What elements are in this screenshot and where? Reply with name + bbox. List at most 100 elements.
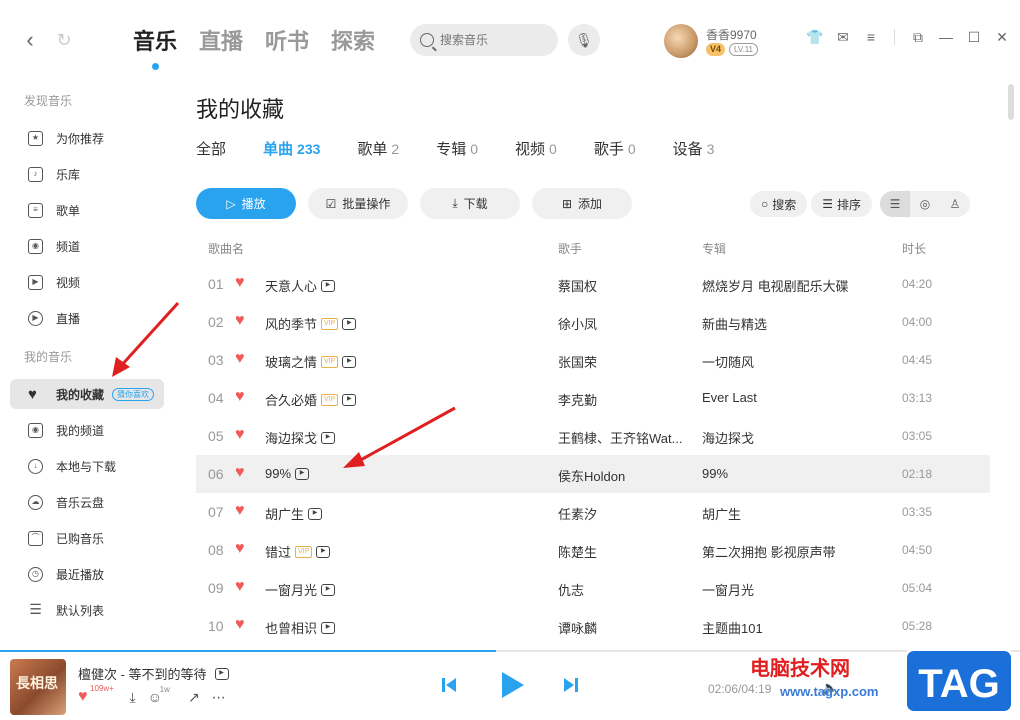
song-title-cell[interactable]: 玻璃之情 VIP ▶ (265, 352, 357, 371)
search-list-button[interactable]: ○ 搜索 (750, 191, 808, 217)
song-title-cell[interactable]: 天意人心 ▶ (265, 276, 336, 295)
sidebar-item-videos[interactable]: ▶ 视频 (10, 267, 164, 297)
sidebar-item-default-list[interactable]: ☰ 默认列表 (10, 595, 164, 625)
refresh-icon[interactable]: ↻ (54, 30, 74, 50)
song-title-cell[interactable]: 风的季节 VIP ▶ (265, 314, 357, 333)
mv-icon[interactable]: ▶ (214, 667, 229, 680)
play-all-button[interactable]: ▷ 播放 (196, 188, 296, 219)
table-row[interactable]: 08 ♥ 错过 VIP ▶ 陈楚生 第二次拥抱 影视原声带 04:50 (196, 531, 990, 569)
album-name[interactable]: 第二次拥抱 影视原声带 (702, 542, 836, 561)
mv-icon[interactable]: ▶ (321, 621, 336, 634)
download-button[interactable]: ⤓ 下载 (420, 188, 520, 219)
table-row[interactable]: 03 ♥ 玻璃之情 VIP ▶ 张国荣 一切随风 04:45 (196, 341, 990, 379)
sidebar-item-cloud-drive[interactable]: ☁ 音乐云盘 (10, 487, 164, 517)
username[interactable]: 香香9970 (706, 26, 757, 43)
mv-icon[interactable]: ▶ (316, 545, 331, 558)
album-name[interactable]: 燃烧岁月 电视剧配乐大碟 (702, 276, 849, 295)
tab-music[interactable]: 音乐 (133, 24, 177, 70)
level-badge[interactable]: LV.11 (729, 43, 758, 56)
disc-view-icon[interactable]: ◎ (910, 191, 940, 217)
sidebar-item-favorites[interactable]: ♥ 我的收藏 猜你喜欢 (10, 379, 164, 409)
menu-icon[interactable]: ≡ (862, 28, 880, 46)
sidebar-item-playlists[interactable]: ≡ 歌单 (10, 195, 164, 225)
mv-icon[interactable]: ▶ (321, 279, 336, 292)
sidebar-item-channels[interactable]: ◉ 频道 (10, 231, 164, 261)
avatar[interactable] (664, 24, 698, 58)
tab-all[interactable]: 全部 (196, 138, 226, 159)
search-input[interactable] (440, 33, 540, 47)
album-name[interactable]: 胡广生 (702, 504, 741, 523)
heart-icon[interactable]: ♥ (235, 426, 245, 444)
sidebar-item-recent[interactable]: ◷ 最近播放 (10, 559, 164, 589)
table-row[interactable]: 10 ♥ 也曾相识 ▶ 谭咏麟 主题曲101 05:28 (196, 607, 990, 645)
album-name[interactable]: 海边探戈 (702, 428, 754, 447)
tab-songs[interactable]: 单曲 233 (263, 138, 320, 159)
album-cover[interactable]: 長相思 (10, 659, 66, 715)
singer-name[interactable]: 侯东Holdon (558, 466, 625, 485)
mini-mode-icon[interactable]: ⧉ (909, 28, 927, 46)
play-icon[interactable] (496, 670, 526, 700)
heart-icon[interactable]: ♥ (235, 578, 245, 596)
tab-audiobook[interactable]: 听书 (265, 24, 309, 56)
singer-name[interactable]: 谭咏麟 (558, 618, 597, 637)
table-row[interactable]: 04 ♥ 合久必婚 VIP ▶ 李克勤 Ever Last 03:13 (196, 379, 990, 417)
tab-videos[interactable]: 视频 0 (515, 138, 557, 159)
more-icon[interactable]: ⋯ (212, 689, 226, 706)
back-icon[interactable]: ‹ (20, 29, 40, 51)
sidebar-item-recommend[interactable]: ★ 为你推荐 (10, 123, 164, 153)
column-header-album[interactable]: 专辑 (702, 240, 726, 257)
heart-icon[interactable]: ♥ (235, 350, 245, 368)
add-button[interactable]: ⊞ 添加 (532, 188, 632, 219)
column-header-title[interactable]: 歌曲名 (208, 240, 244, 257)
heart-icon[interactable]: ♥ (235, 502, 245, 520)
voice-search-icon[interactable]: 🎙 (568, 24, 600, 56)
singer-name[interactable]: 王鹤棣、王齐铭Wat... (558, 428, 682, 447)
album-name[interactable]: 一切随风 (702, 352, 754, 371)
minimize-icon[interactable]: — (937, 28, 955, 46)
singer-name[interactable]: 张国荣 (558, 352, 597, 371)
table-row[interactable]: 06 ♥ 99% ▶ 侯东Holdon 99% 02:18 (196, 455, 990, 493)
song-title-cell[interactable]: 胡广生 ▶ (265, 504, 323, 523)
list-view-icon[interactable]: ☰ (880, 191, 911, 217)
sidebar-item-live[interactable]: ▶ 直播 (10, 303, 164, 333)
album-name[interactable]: Ever Last (702, 390, 757, 405)
sidebar-item-library[interactable]: ♪ 乐库 (10, 159, 164, 189)
mv-icon[interactable]: ▶ (321, 431, 336, 444)
column-header-duration[interactable]: 时长 (902, 240, 926, 257)
table-row[interactable]: 07 ♥ 胡广生 ▶ 任素汐 胡广生 03:35 (196, 493, 990, 531)
sidebar-item-my-channels[interactable]: ◉ 我的频道 (10, 415, 164, 445)
song-title-cell[interactable]: 错过 VIP ▶ (265, 542, 331, 561)
table-row[interactable]: 05 ♥ 海边探戈 ▶ 王鹤棣、王齐铭Wat... 海边探戈 03:05 (196, 417, 990, 455)
singer-name[interactable]: 蔡国权 (558, 276, 597, 295)
previous-icon[interactable] (440, 676, 458, 694)
mv-icon[interactable]: ▶ (342, 355, 357, 368)
table-row[interactable]: 09 ♥ 一窗月光 ▶ 仇志 一窗月光 05:04 (196, 569, 990, 607)
heart-icon[interactable]: ♥ (235, 274, 245, 292)
table-row[interactable]: 02 ♥ 风的季节 VIP ▶ 徐小凤 新曲与精选 04:00 (196, 303, 990, 341)
now-playing[interactable]: 檀健次 - 等不到的等待 ▶ (78, 664, 229, 683)
heart-icon[interactable]: ♥ (235, 540, 245, 558)
tab-devices[interactable]: 设备 3 (673, 138, 715, 159)
comment-button[interactable]: ☺ 1w (148, 685, 170, 705)
download-song-icon[interactable]: ⤓ (130, 689, 136, 706)
song-title-cell[interactable]: 一窗月光 ▶ (265, 580, 336, 599)
tab-explore[interactable]: 探索 (331, 24, 375, 56)
mv-icon[interactable]: ▶ (342, 317, 357, 330)
singer-name[interactable]: 仇志 (558, 580, 584, 599)
mv-icon[interactable]: ▶ (295, 467, 310, 480)
close-icon[interactable]: ✕ (993, 28, 1011, 46)
vip-badge[interactable]: V4 (706, 43, 726, 56)
sidebar-item-local-downloads[interactable]: ↓ 本地与下载 (10, 451, 164, 481)
tab-singers[interactable]: 歌手 0 (594, 138, 636, 159)
batch-operation-button[interactable]: ☑ 批量操作 (308, 188, 408, 219)
table-row[interactable]: 01 ♥ 天意人心 ▶ 蔡国权 燃烧岁月 电视剧配乐大碟 04:20 (196, 265, 990, 303)
share-icon[interactable]: ↗ (188, 689, 200, 706)
guess-you-like-tag[interactable]: 猜你喜欢 (112, 387, 155, 401)
heart-icon[interactable]: ♥ (235, 464, 245, 482)
tab-playlists[interactable]: 歌单 2 (357, 138, 399, 159)
song-title-cell[interactable]: 合久必婚 VIP ▶ (265, 390, 357, 409)
singer-name[interactable]: 徐小凤 (558, 314, 597, 333)
song-title-cell[interactable]: 也曾相识 ▶ (265, 618, 336, 637)
maximize-icon[interactable]: ☐ (965, 28, 983, 46)
sidebar-item-purchased[interactable]: ⌒ 已购音乐 (10, 523, 164, 553)
